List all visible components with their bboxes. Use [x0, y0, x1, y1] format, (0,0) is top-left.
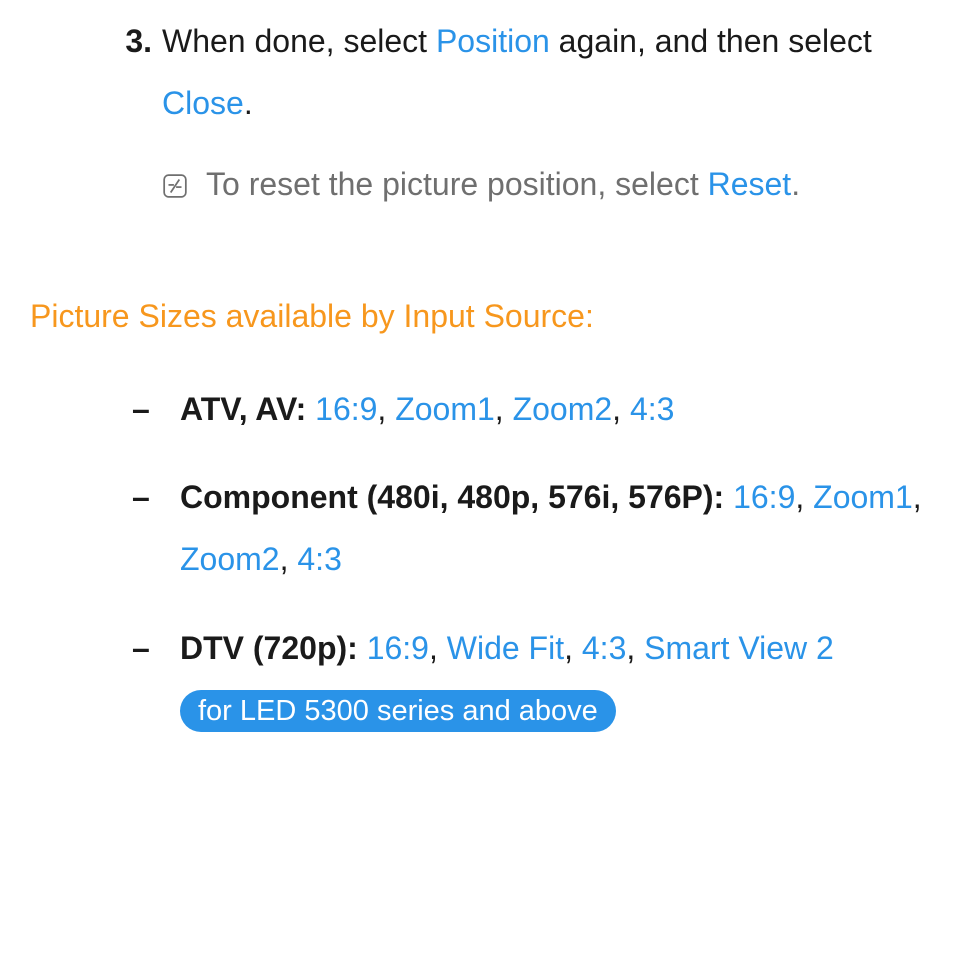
size-zoom1: Zoom1: [395, 391, 495, 427]
size-4-3: 4:3: [630, 391, 674, 427]
note-icon: [162, 153, 206, 215]
note-text-b: .: [791, 166, 800, 202]
keyword-reset: Reset: [708, 166, 792, 202]
source-list: – ATV, AV: 16:9, Zoom1, Zoom2, 4:3 – Com…: [132, 378, 924, 742]
size-4-3: 4:3: [297, 541, 341, 577]
source-body: DTV (720p): 16:9, Wide Fit, 4:3, Smart V…: [180, 617, 924, 742]
sep: ,: [913, 479, 922, 515]
sep: ,: [612, 391, 630, 427]
source-body: Component (480i, 480p, 576i, 576P): 16:9…: [180, 466, 924, 591]
size-zoom2: Zoom2: [180, 541, 280, 577]
sep: ,: [377, 391, 395, 427]
sep: ,: [429, 630, 447, 666]
manual-page: 3. When done, select Position again, and…: [0, 0, 954, 788]
dash-icon: –: [132, 466, 180, 591]
sep: ,: [626, 630, 644, 666]
size-smart-view-2: Smart View 2: [644, 630, 834, 666]
section-title: Picture Sizes available by Input Source:: [30, 285, 924, 347]
keyword-position: Position: [436, 23, 550, 59]
note: To reset the picture position, select Re…: [162, 153, 924, 215]
step-text-b: again, and then select: [550, 23, 872, 59]
step-text-a: When done, select: [162, 23, 436, 59]
sep: ,: [564, 630, 582, 666]
step-number: 3.: [100, 10, 162, 135]
source-component: – Component (480i, 480p, 576i, 576P): 16…: [132, 466, 924, 591]
size-16-9: 16:9: [367, 630, 429, 666]
size-16-9: 16:9: [733, 479, 795, 515]
model-badge: for LED 5300 series and above: [180, 690, 616, 732]
size-4-3: 4:3: [582, 630, 626, 666]
size-16-9: 16:9: [315, 391, 377, 427]
size-wide-fit: Wide Fit: [447, 630, 564, 666]
source-dtv: – DTV (720p): 16:9, Wide Fit, 4:3, Smart…: [132, 617, 924, 742]
note-text-a: To reset the picture position, select: [206, 166, 708, 202]
source-body: ATV, AV: 16:9, Zoom1, Zoom2, 4:3: [180, 378, 674, 440]
sep: ,: [280, 541, 298, 577]
sep: ,: [795, 479, 813, 515]
source-label: ATV, AV:: [180, 391, 315, 427]
dash-icon: –: [132, 378, 180, 440]
sep: ,: [495, 391, 513, 427]
step-text-c: .: [244, 85, 253, 121]
step-body: When done, select Position again, and th…: [162, 10, 902, 135]
source-label: DTV (720p):: [180, 630, 367, 666]
source-atv-av: – ATV, AV: 16:9, Zoom1, Zoom2, 4:3: [132, 378, 924, 440]
step-3: 3. When done, select Position again, and…: [100, 10, 924, 135]
keyword-close: Close: [162, 85, 244, 121]
source-label: Component (480i, 480p, 576i, 576P):: [180, 479, 733, 515]
note-body: To reset the picture position, select Re…: [206, 153, 800, 215]
size-zoom2: Zoom2: [513, 391, 613, 427]
size-zoom1: Zoom1: [813, 479, 913, 515]
dash-icon: –: [132, 617, 180, 742]
